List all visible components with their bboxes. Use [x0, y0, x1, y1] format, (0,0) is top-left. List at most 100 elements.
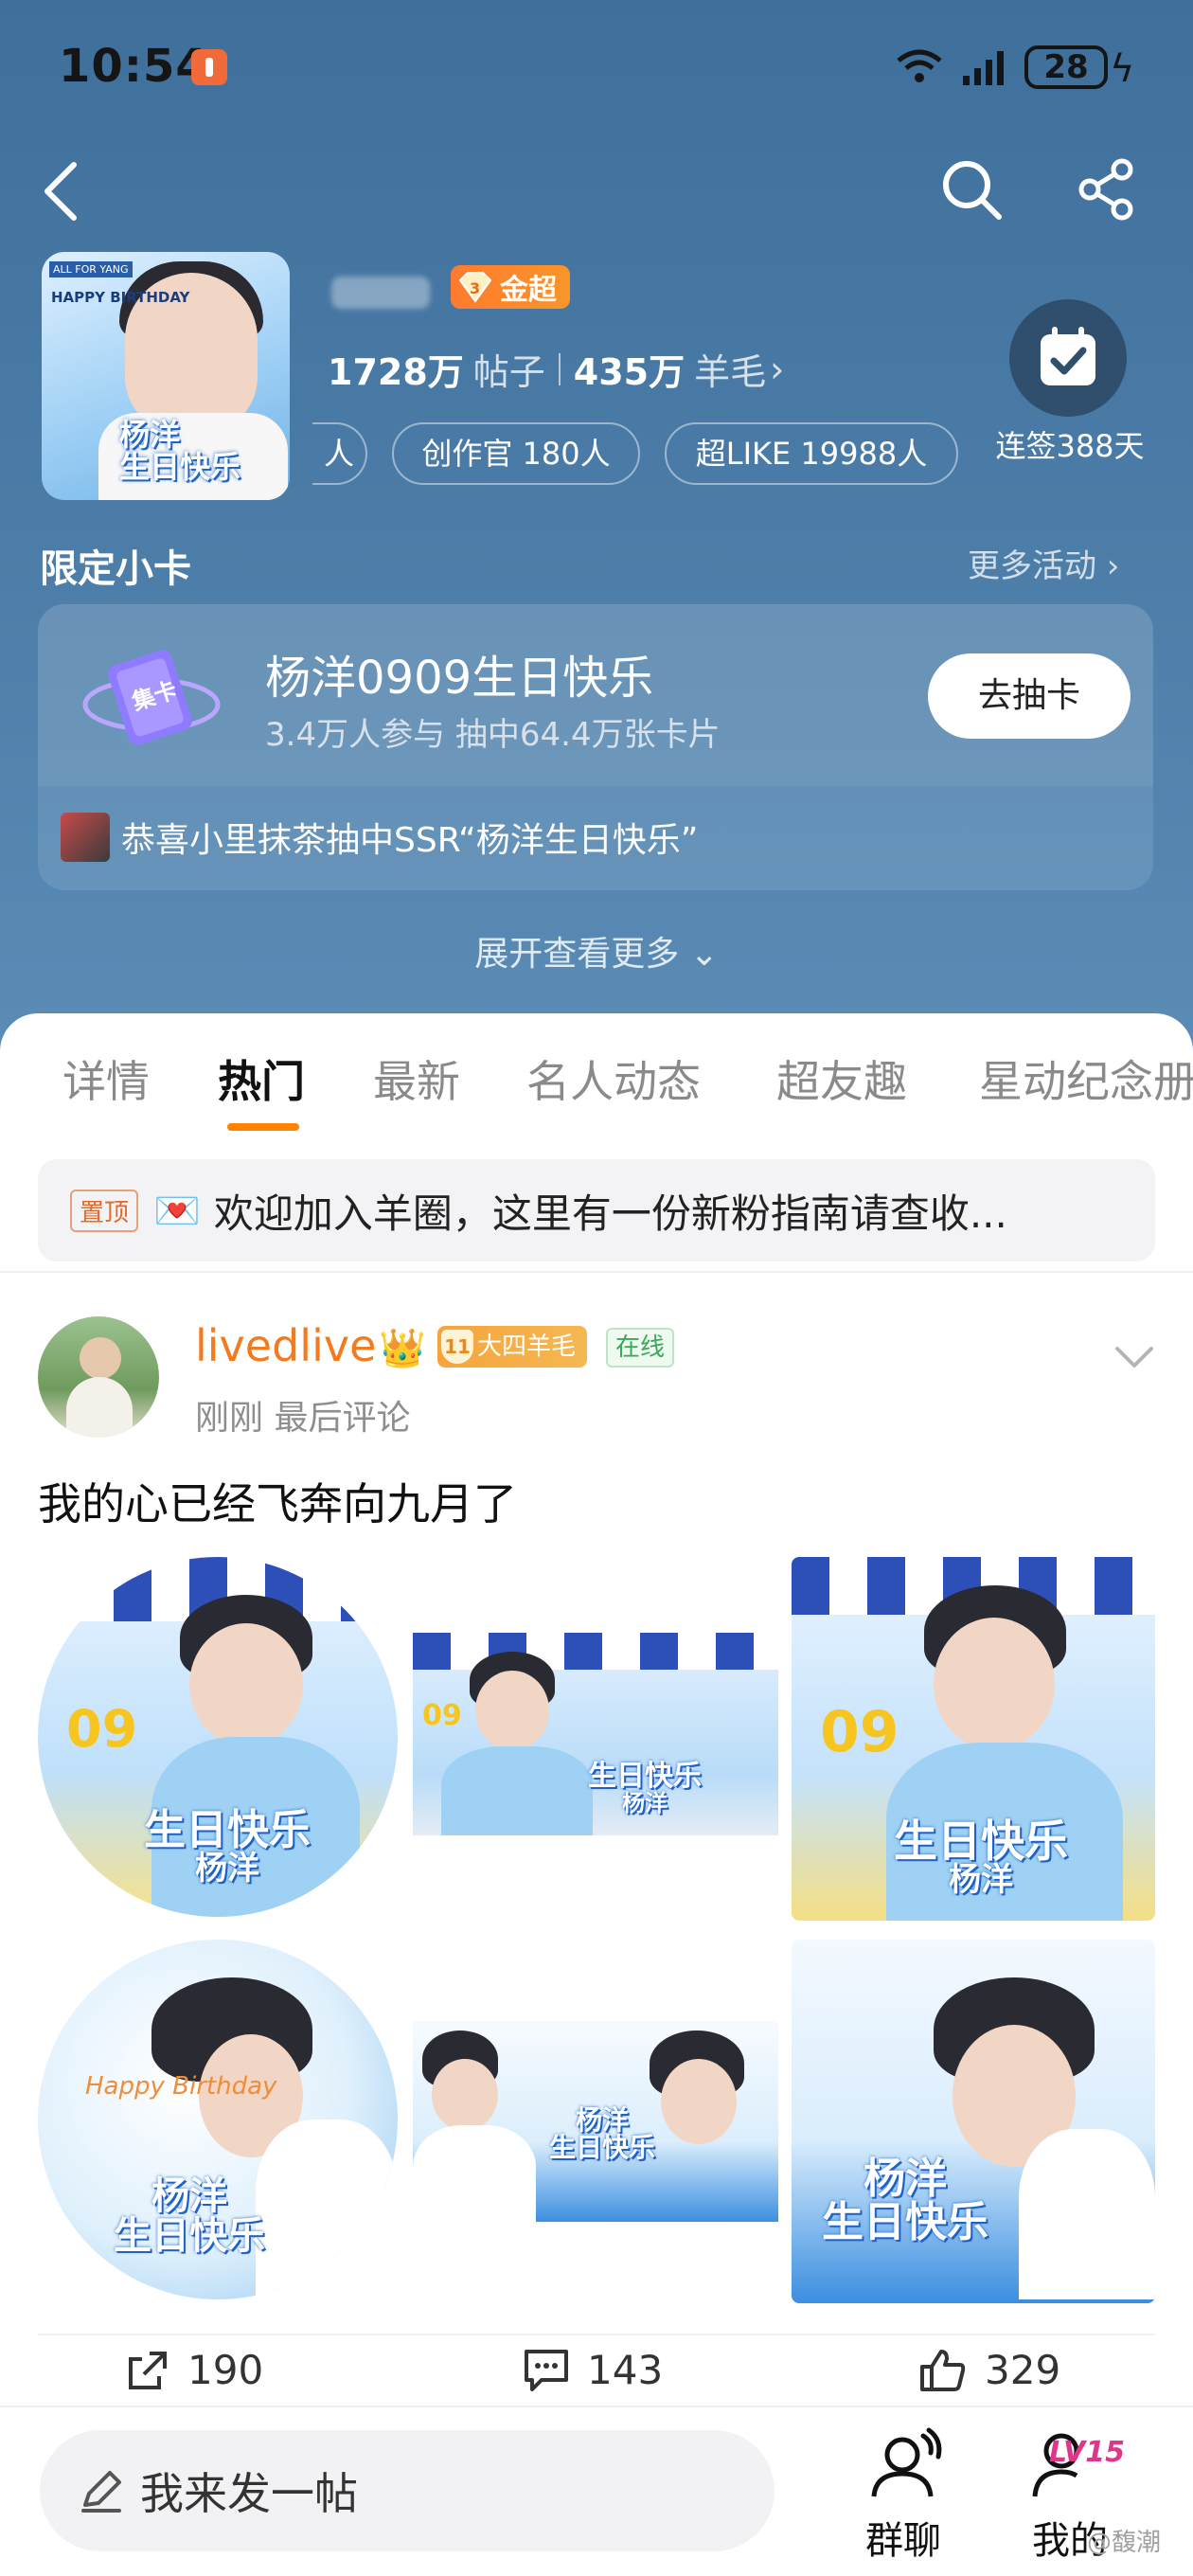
image-caption-1: 杨洋 — [575, 2104, 629, 2136]
chip-truncated[interactable]: 人 — [312, 422, 367, 485]
compose-placeholder: 我来发一帖 — [140, 2468, 358, 2519]
checkin-button[interactable] — [1009, 299, 1127, 417]
image-caption-2: 生日快乐 — [114, 2214, 265, 2258]
image-figure-head — [934, 1618, 1055, 1750]
thumbs-up-icon — [920, 2349, 966, 2391]
image-date: 09 — [820, 1699, 899, 1765]
post-text: 我的心已经飞奔向九月了 — [38, 1478, 517, 1530]
compose-post-input[interactable]: 我来发一帖 — [40, 2430, 775, 2551]
fans-count: 435万 — [573, 351, 686, 393]
tab-memorial-album[interactable]: 星动纪念册 — [979, 1047, 1193, 1110]
image-figure-shirt — [441, 1746, 593, 1835]
image-figure-head — [432, 2059, 498, 2131]
calendar-check-icon — [1041, 327, 1095, 385]
image-caption: 生日快乐 杨洋 — [114, 1806, 341, 1887]
share-action[interactable]: 190 — [125, 2347, 263, 2393]
image-caption: 生日快乐 杨洋 — [574, 1762, 716, 1816]
level-name: 大四羊毛 — [477, 1333, 577, 1361]
expand-more-button[interactable]: 展开查看更多 ⌄ — [0, 926, 1193, 975]
image-figure-2-head — [661, 2059, 737, 2144]
avatar-bday: HAPPY BIRTHDAY — [51, 289, 190, 306]
battery-indicator: 28 — [1024, 45, 1108, 89]
actions-divider — [38, 2334, 1155, 2335]
post-username[interactable]: livedlive — [195, 1320, 376, 1371]
tab-latest[interactable]: 最新 — [373, 1047, 460, 1110]
level-number: 11 — [441, 1330, 473, 1364]
topic-header: 10:54 28 ϟ ALL FOR YANG HAPPY BIRTHDAY 杨… — [0, 0, 1193, 1051]
topic-avatar[interactable]: ALL FOR YANG HAPPY BIRTHDAY 杨洋 生日快乐 — [42, 252, 290, 500]
post-author-avatar[interactable] — [38, 1316, 159, 1438]
image-awning — [413, 1633, 778, 1670]
pinned-post[interactable]: 置顶 💌 欢迎加入羊圈，这里有一份新粉指南请查收... — [38, 1159, 1155, 1261]
image-caption: 生日快乐 杨洋 — [867, 1818, 1095, 1898]
image-extra-text: Happy Birthday — [85, 2072, 277, 2101]
post-meta: 刚刚 最后评论 — [195, 1399, 411, 1438]
charging-icon: ϟ — [1110, 47, 1135, 91]
chip-creators[interactable]: 创作官 180人 — [392, 422, 640, 485]
watermark: @馥潮 — [1087, 2529, 1162, 2557]
image-caption-1: 生日快乐 — [144, 1806, 311, 1854]
post-image-2[interactable]: 09 生日快乐 杨洋 — [413, 1633, 778, 1835]
post-image-6[interactable]: 杨洋 生日快乐 — [792, 1940, 1155, 2303]
draw-card-button[interactable]: 去抽卡 — [928, 653, 1131, 739]
pinned-tag: 置顶 — [70, 1189, 139, 1232]
image-caption-2: 生日快乐 — [548, 2132, 655, 2164]
diamond-icon: 3 — [458, 272, 492, 303]
tab-friends-fun[interactable]: 超友趣 — [776, 1047, 907, 1110]
tab-hot[interactable]: 热门 — [218, 1047, 305, 1110]
winner-text: 恭喜小里抹茶抽中SSR“杨洋生日快乐” — [121, 821, 699, 860]
image-caption-1: 杨洋 — [864, 2155, 947, 2203]
search-button[interactable] — [934, 152, 1009, 227]
back-button[interactable] — [23, 153, 98, 229]
avatar-figure-body — [66, 1377, 133, 1438]
chevron-down-icon[interactable] — [1113, 1335, 1155, 1377]
post-image-4[interactable]: Happy Birthday 杨洋 生日快乐 — [38, 1940, 398, 2299]
image-figure-shirt — [413, 2125, 536, 2222]
limited-cards-title: 限定小卡 — [40, 547, 191, 591]
card-subtitle: 3.4万人参与 抽中64.4万张卡片 — [265, 716, 721, 754]
comment-count: 143 — [587, 2347, 664, 2393]
like-action[interactable]: 329 — [918, 2347, 1060, 2393]
image-caption-1: 生日快乐 — [588, 1760, 702, 1793]
active-tab-indicator — [227, 1123, 299, 1131]
status-time: 10:54 — [59, 40, 208, 93]
svg-text:3: 3 — [470, 279, 480, 297]
image-figure-head — [189, 1623, 303, 1746]
post-image-5[interactable]: 杨洋 生日快乐 — [413, 2021, 778, 2222]
section-divider — [0, 1271, 1193, 1273]
share-count: 190 — [187, 2347, 264, 2393]
like-count: 329 — [985, 2347, 1061, 2393]
posts-count: 1728万 — [328, 351, 464, 393]
gold-super-badge[interactable]: 3 金超 — [451, 265, 570, 309]
image-caption: 杨洋 生日快乐 — [95, 2176, 284, 2256]
post-image-3[interactable]: 09 生日快乐 杨洋 — [792, 1557, 1155, 1921]
tab-celebrity[interactable]: 名人动态 — [526, 1047, 701, 1110]
image-caption-2: 杨洋 — [622, 1789, 668, 1816]
post-image-1[interactable]: 09 生日快乐 杨洋 — [38, 1557, 398, 1917]
group-chat-button[interactable]: 群聊 — [837, 2426, 970, 2565]
card-draw-panel[interactable]: 集卡 杨洋0909生日快乐 3.4万人参与 抽中64.4万张卡片 去抽卡 恭喜小… — [38, 604, 1153, 890]
search-icon — [943, 161, 1002, 220]
share-button[interactable] — [1070, 152, 1146, 227]
avatar-tag: ALL FOR YANG — [49, 261, 133, 277]
image-caption: 杨洋 生日快乐 — [810, 2155, 1000, 2245]
tab-details[interactable]: 详情 — [62, 1047, 150, 1110]
image-caption: 杨洋 生日快乐 — [545, 2106, 659, 2162]
back-icon — [45, 162, 77, 221]
group-chat-label: 群聊 — [865, 2519, 941, 2563]
comment-action[interactable]: 143 — [523, 2347, 663, 2393]
online-badge: 在线 — [606, 1328, 675, 1368]
signal-icon — [963, 51, 1004, 85]
fans-arrow: › — [770, 348, 785, 390]
avatar-slogan-line-2: 生日快乐 — [119, 449, 241, 485]
chip-super-like[interactable]: 超LIKE 19988人 — [665, 422, 958, 485]
bottom-bar: 我来发一帖 群聊 LV15 我的 @馥潮 — [0, 2406, 1193, 2576]
image-caption-2: 杨洋 — [949, 1861, 1013, 1900]
fans-label[interactable]: 羊毛 — [694, 343, 766, 395]
image-figure-head — [475, 1671, 549, 1750]
pinned-text: 欢迎加入羊圈，这里有一份新粉指南请查收... — [213, 1190, 1007, 1237]
more-activities-link[interactable]: 更多活动 › — [968, 540, 1119, 586]
status-bar: 10:54 28 ϟ — [0, 0, 1193, 123]
fan-level-badge[interactable]: 11 大四羊毛 — [437, 1326, 588, 1368]
share-out-icon — [129, 2351, 167, 2389]
